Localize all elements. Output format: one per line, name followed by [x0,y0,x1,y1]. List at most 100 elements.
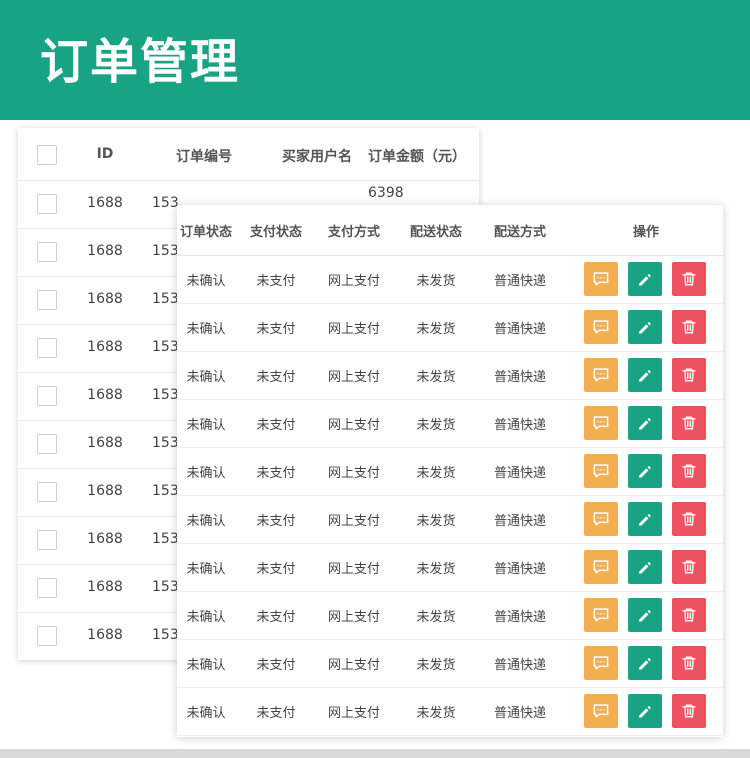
cell-order-status: 未确认 [186,321,226,337]
column-header-buyer: 买家用户名 [282,149,352,165]
cell-pay-method: 网上支付 [327,705,380,721]
cell-order-no: 153 [152,339,179,355]
edit-button[interactable] [628,454,662,488]
cell-pay-status: 未支付 [256,513,296,529]
message-icon [591,509,611,529]
column-header-pay-method: 支付方式 [327,224,380,240]
row-checkbox[interactable] [37,242,57,262]
trash-icon [679,317,699,337]
select-all-checkbox[interactable] [37,145,57,165]
cell-pay-status: 未支付 [256,321,296,337]
cell-ship-status: 未发货 [416,657,456,673]
page-header: 订单管理 [0,0,750,120]
edit-pencil-icon [635,605,655,625]
row-checkbox[interactable] [37,194,57,214]
cell-pay-status: 未支付 [256,417,296,433]
cell-pay-status: 未支付 [256,705,296,721]
row-checkbox[interactable] [37,578,57,598]
message-button[interactable] [584,502,618,536]
trash-icon [679,653,699,673]
cell-order-status: 未确认 [186,561,226,577]
message-button[interactable] [584,262,618,296]
cell-ship-status: 未发货 [416,513,456,529]
delete-button[interactable] [672,502,706,536]
table-row: 未确认 未支付 网上支付 未发货 普通快递 [177,303,723,352]
edit-button[interactable] [628,598,662,632]
edit-pencil-icon [635,269,655,289]
cell-ship-method: 普通快递 [493,657,546,673]
cell-ship-status: 未发货 [416,369,456,385]
cell-id: 1688 [87,531,123,547]
cell-ship-method: 普通快递 [493,513,546,529]
cell-order-status: 未确认 [186,369,226,385]
column-header-order-no: 订单编号 [176,149,232,165]
trash-icon [679,509,699,529]
message-icon [591,461,611,481]
delete-button[interactable] [672,646,706,680]
edit-button[interactable] [628,646,662,680]
delete-button[interactable] [672,694,706,728]
message-button[interactable] [584,358,618,392]
table-row: 未确认 未支付 网上支付 未发货 普通快递 [177,591,723,640]
cell-order-no: 153 [152,435,179,451]
message-button[interactable] [584,646,618,680]
cell-ship-status: 未发货 [416,417,456,433]
delete-button[interactable] [672,406,706,440]
edit-pencil-icon [635,317,655,337]
cell-order-no: 153 [152,387,179,403]
table-row: 未确认 未支付 网上支付 未发货 普通快递 [177,639,723,688]
edit-button[interactable] [628,502,662,536]
trash-icon [679,269,699,289]
edit-button[interactable] [628,550,662,584]
cell-ship-status: 未发货 [416,465,456,481]
delete-button[interactable] [672,598,706,632]
column-header-ship-method: 配送方式 [493,224,546,240]
delete-button[interactable] [672,454,706,488]
cell-ship-status: 未发货 [416,561,456,577]
edit-button[interactable] [628,358,662,392]
message-icon [591,653,611,673]
row-checkbox[interactable] [37,530,57,550]
cell-order-no: 153 [152,483,179,499]
edit-button[interactable] [628,310,662,344]
row-checkbox[interactable] [37,482,57,502]
edit-button[interactable] [628,694,662,728]
cell-order-status: 未确认 [186,513,226,529]
table-header: 订单状态 支付状态 支付方式 配送状态 配送方式 操作 [177,205,723,256]
message-button[interactable] [584,550,618,584]
delete-button[interactable] [672,550,706,584]
delete-button[interactable] [672,262,706,296]
trash-icon [679,461,699,481]
table-row: 未确认 未支付 网上支付 未发货 普通快递 [177,495,723,544]
cell-pay-status: 未支付 [256,273,296,289]
table-row: 未确认 未支付 网上支付 未发货 普通快递 [177,351,723,400]
row-checkbox[interactable] [37,386,57,406]
cell-pay-status: 未支付 [256,465,296,481]
row-checkbox[interactable] [37,626,57,646]
edit-button[interactable] [628,406,662,440]
cell-pay-status: 未支付 [256,369,296,385]
column-header-actions: 操作 [632,224,659,240]
cell-ship-method: 普通快递 [493,369,546,385]
message-button[interactable] [584,694,618,728]
column-header-order-status: 订单状态 [179,224,232,240]
cell-ship-method: 普通快递 [493,465,546,481]
table-row: 未确认 未支付 网上支付 未发货 普通快递 [177,543,723,592]
message-button[interactable] [584,406,618,440]
message-button[interactable] [584,310,618,344]
message-button[interactable] [584,598,618,632]
cell-id: 1688 [87,435,123,451]
cell-order-status: 未确认 [186,609,226,625]
delete-button[interactable] [672,310,706,344]
edit-button[interactable] [628,262,662,296]
column-header-pay-status: 支付状态 [249,224,302,240]
cell-ship-method: 普通快递 [493,609,546,625]
message-button[interactable] [584,454,618,488]
row-checkbox[interactable] [37,290,57,310]
column-header-id: ID [96,146,114,162]
cell-pay-method: 网上支付 [327,321,380,337]
cell-ship-method: 普通快递 [493,705,546,721]
row-checkbox[interactable] [37,338,57,358]
row-checkbox[interactable] [37,434,57,454]
delete-button[interactable] [672,358,706,392]
